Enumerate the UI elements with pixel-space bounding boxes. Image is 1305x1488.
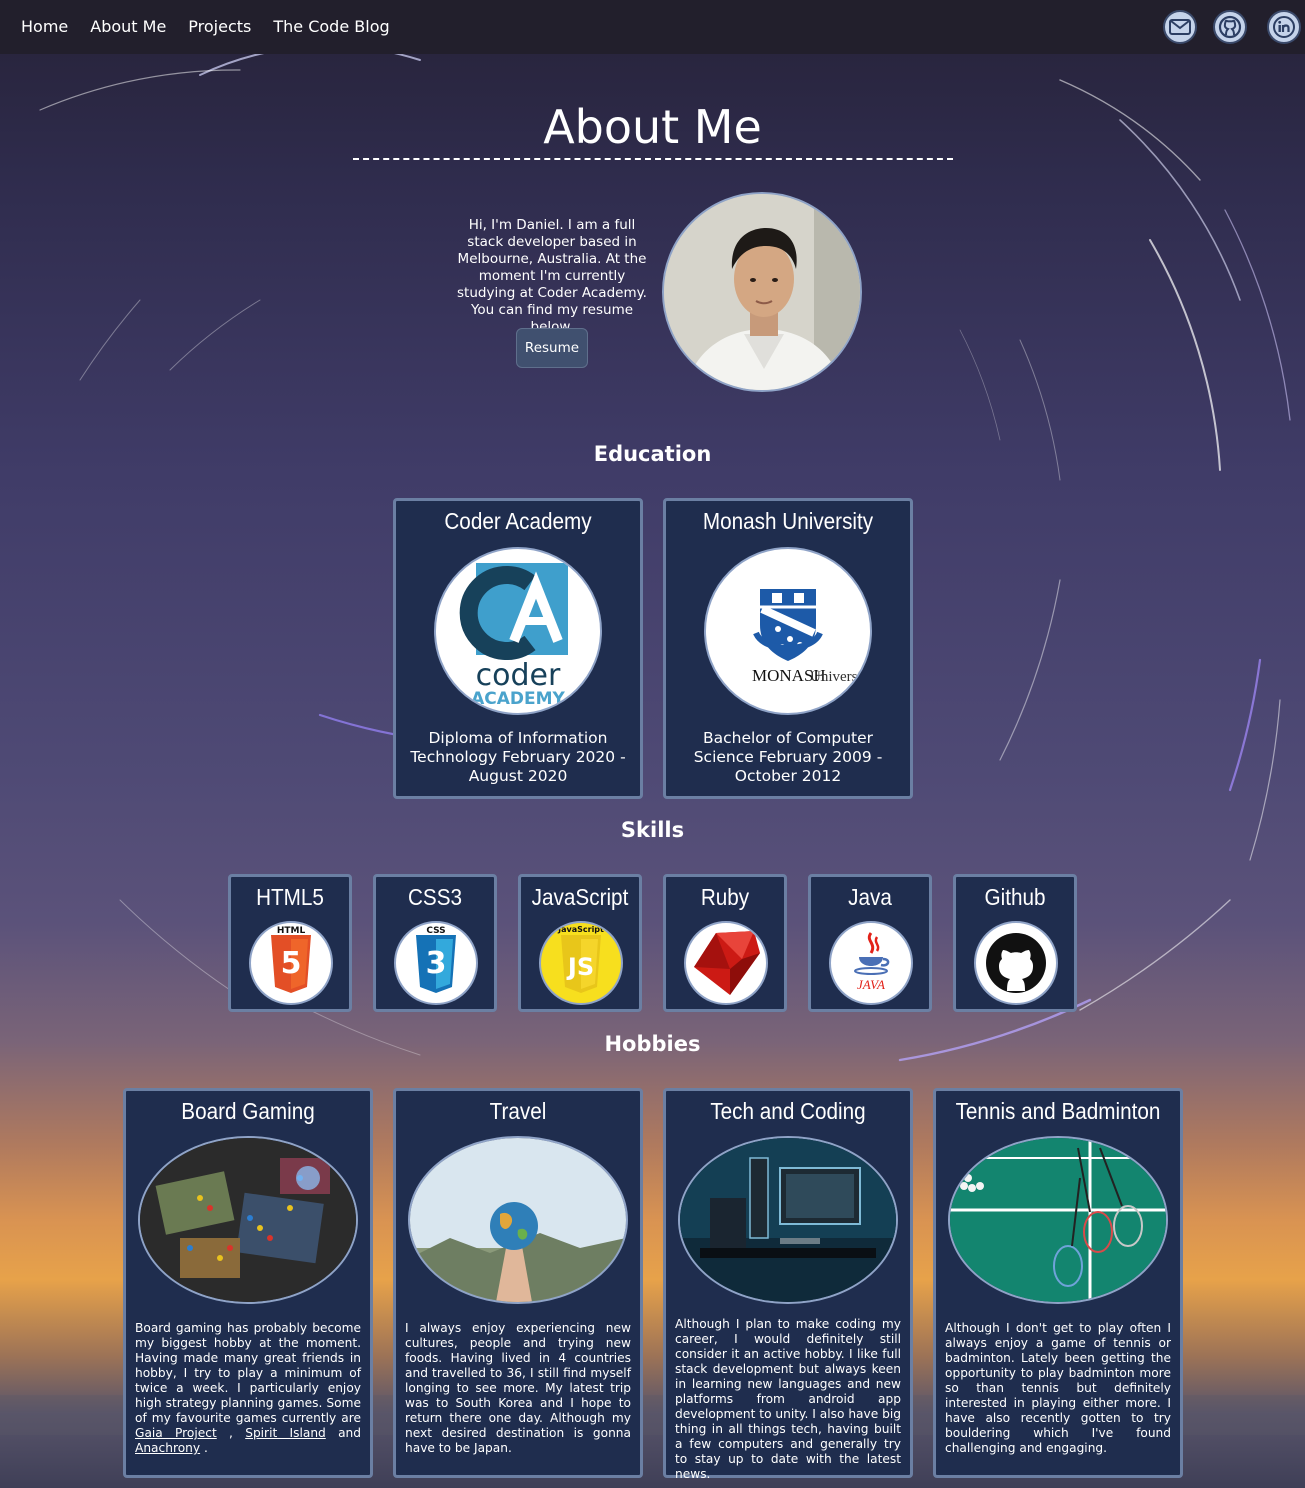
hobby-description: I always enjoy experiencing new cultures…	[405, 1321, 631, 1455]
skill-card-javascript: JavaScript JS JavaScript	[518, 874, 642, 1012]
intro-text: Hi, I'm Daniel. I am a full stack develo…	[457, 217, 647, 335]
skill-card-title: HTML5	[256, 884, 324, 910]
hobby-card-title: Travel	[489, 1098, 547, 1124]
skill-card-css3: CSS3 3 CSS	[373, 874, 497, 1012]
hobby-description: Although I don't get to play often I alw…	[945, 1321, 1171, 1455]
linkedin-icon[interactable]	[1267, 10, 1301, 44]
education-description: Bachelor of Computer Science February 20…	[693, 729, 883, 785]
hobby-card-board-gaming: Board Gaming Board gaming has probably b…	[123, 1088, 373, 1478]
mail-icon[interactable]	[1163, 10, 1197, 44]
java-icon: JAVA	[829, 921, 913, 1005]
nav-about-link[interactable]: About Me	[90, 0, 166, 54]
nav-projects-link[interactable]: Projects	[188, 0, 251, 54]
resume-button[interactable]: Resume	[516, 328, 588, 368]
nav-blog-link[interactable]: The Code Blog	[273, 0, 389, 54]
university-logo-text: University	[810, 669, 870, 685]
hobby-text-before: Board gaming has probably become my bigg…	[135, 1321, 361, 1425]
travel-photo	[408, 1136, 628, 1304]
skill-card-title: Ruby	[700, 884, 750, 910]
skills-heading: Skills	[620, 818, 685, 842]
academy-logo-text: ACADEMY	[471, 689, 565, 709]
javascript-icon: JS JavaScript	[539, 921, 623, 1005]
hobby-card-travel: Travel I always enjoy experiencing new c…	[393, 1088, 643, 1478]
hobby-text-sep2: and	[325, 1426, 361, 1440]
nav-links: Home About Me Projects The Code Blog	[21, 0, 412, 54]
html-label-text: HTML	[277, 926, 306, 936]
css3-icon: 3 CSS	[394, 921, 478, 1005]
hobby-card-tennis-badminton: Tennis and Badminton Although I don't ge…	[933, 1088, 1183, 1478]
css3-badge-text: 3	[426, 946, 447, 981]
github-icon[interactable]	[1213, 10, 1247, 44]
title-divider	[353, 158, 953, 160]
page-title: About Me	[543, 100, 762, 154]
board-gaming-photo	[138, 1136, 358, 1304]
hobby-card-title: Board Gaming	[181, 1098, 315, 1124]
java-label-text: JAVA	[857, 977, 885, 992]
education-description: Diploma of Information Technology Februa…	[410, 729, 626, 785]
html5-icon: 5 HTML	[249, 921, 333, 1005]
gaia-project-link[interactable]: Gaia Project	[135, 1426, 217, 1440]
spirit-island-link[interactable]: Spirit Island	[245, 1426, 326, 1440]
ruby-icon	[684, 921, 768, 1005]
css-label-text: CSS	[426, 926, 445, 936]
monash-logo: MONASH University	[704, 547, 872, 715]
js-badge-text: JS	[566, 953, 594, 981]
top-navbar: Home About Me Projects The Code Blog	[0, 0, 1305, 54]
hobby-description: Board gaming has probably become my bigg…	[135, 1321, 361, 1456]
anachrony-link[interactable]: Anachrony	[135, 1441, 200, 1455]
nav-home-link[interactable]: Home	[21, 0, 68, 54]
profile-photo	[662, 192, 862, 392]
hobby-text-sep1: ,	[216, 1426, 246, 1440]
tech-coding-photo	[678, 1136, 898, 1304]
education-heading: Education	[593, 442, 712, 466]
education-card-title: Coder Academy	[444, 508, 592, 534]
skill-card-title: Github	[984, 884, 1046, 910]
coder-academy-logo: coder ACADEMY	[434, 547, 602, 715]
skill-card-github: Github	[953, 874, 1077, 1012]
hobbies-heading: Hobbies	[604, 1032, 701, 1056]
education-card-monash: Monash University MONASH University Bach…	[663, 498, 913, 799]
social-links	[1163, 10, 1301, 44]
education-card-coder-academy: Coder Academy coder ACADEMY Diploma of I…	[393, 498, 643, 799]
hobby-description: Although I plan to make coding my career…	[675, 1317, 901, 1481]
tennis-badminton-photo	[948, 1136, 1168, 1304]
hobby-card-tech-coding: Tech and Coding Although I plan to make …	[663, 1088, 913, 1481]
hobby-text-after: .	[200, 1441, 208, 1455]
skill-card-title: JavaScript	[531, 884, 629, 910]
html5-badge-text: 5	[281, 946, 302, 981]
javascript-label-text: JavaScript	[557, 925, 604, 934]
coder-logo-text: coder	[476, 658, 561, 693]
hobby-card-title: Tennis and Badminton	[955, 1098, 1161, 1124]
skill-card-ruby: Ruby	[663, 874, 787, 1012]
github-icon	[974, 921, 1058, 1005]
skill-card-html5: HTML5 5 HTML	[228, 874, 352, 1012]
hobby-card-title: Tech and Coding	[710, 1098, 866, 1124]
skill-card-java: Java JAVA	[808, 874, 932, 1012]
skill-card-title: Java	[848, 884, 892, 910]
education-card-title: Monash University	[702, 508, 874, 534]
skill-card-title: CSS3	[407, 884, 463, 910]
